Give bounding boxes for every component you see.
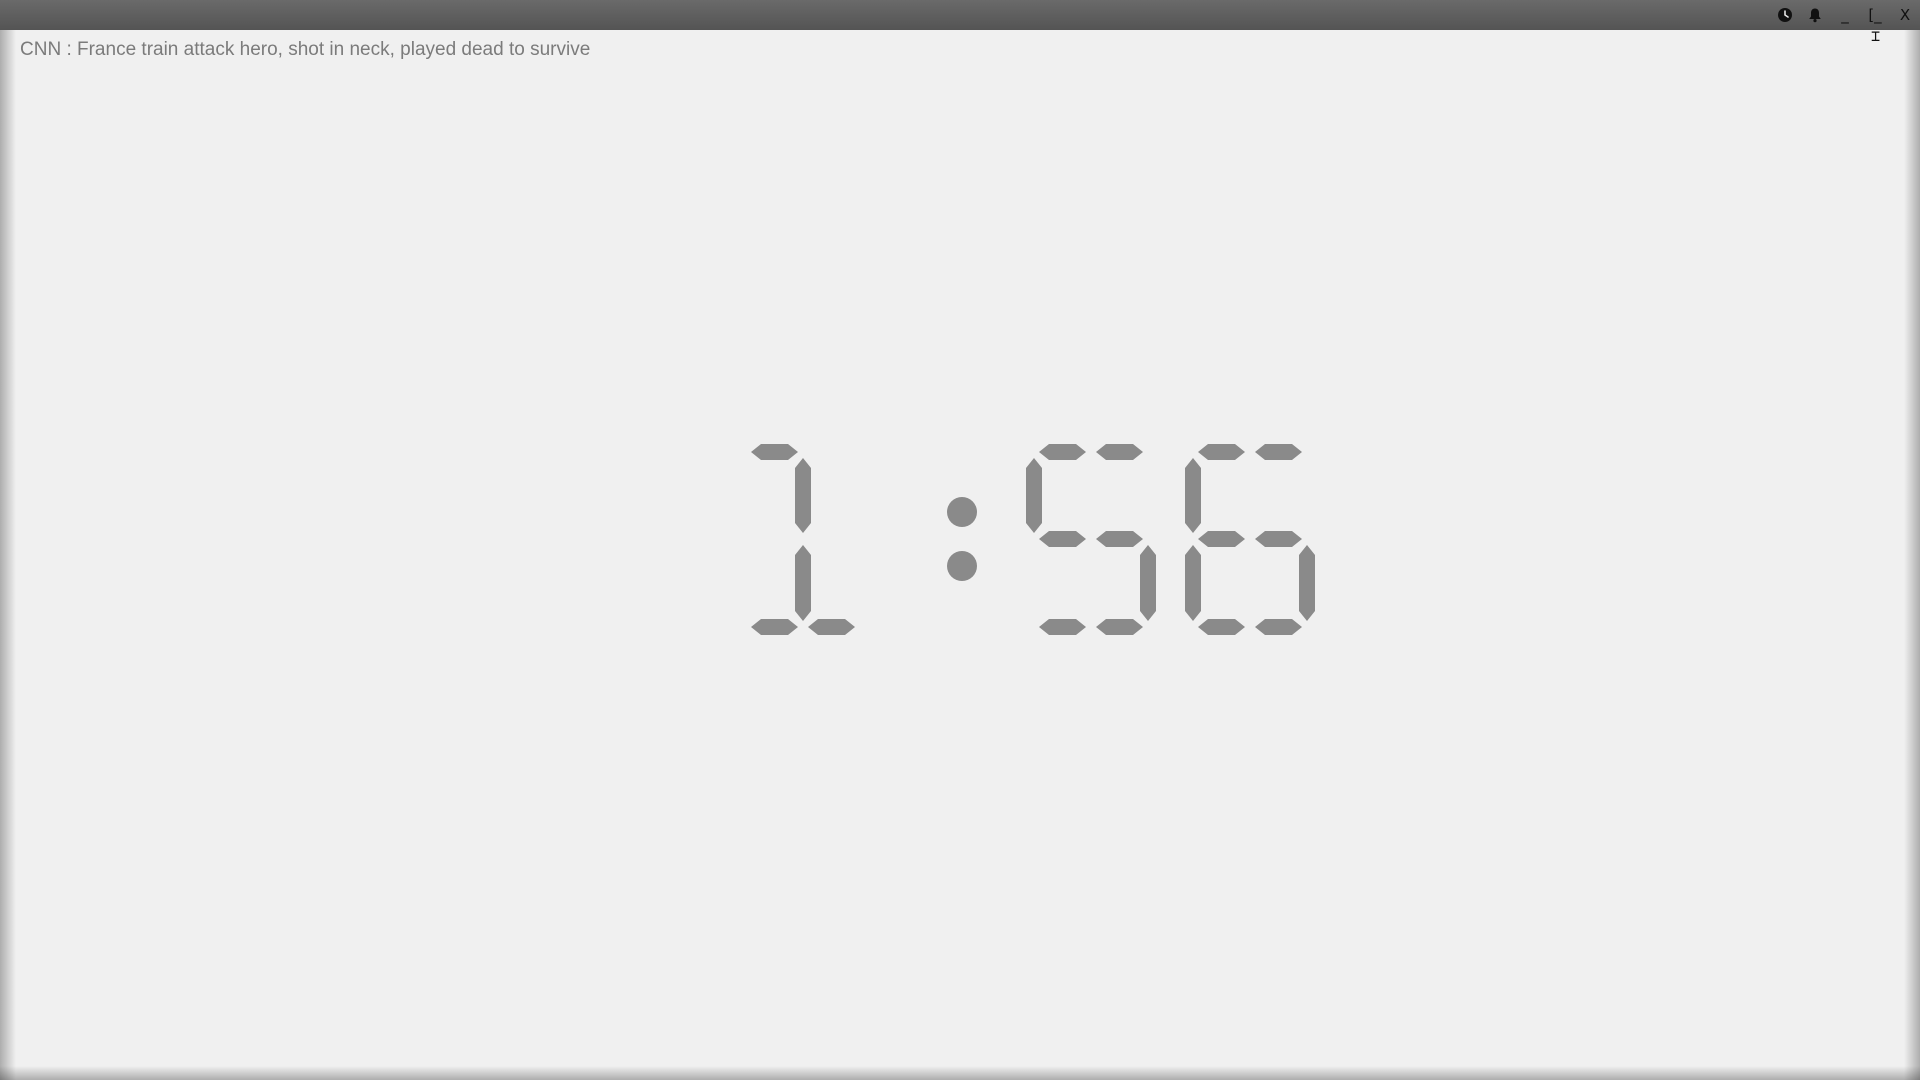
segment-top [1255,444,1302,460]
clock-digit-minute-tens [1026,444,1156,635]
clock-digit-minute-ones [1185,444,1315,635]
segment-top [751,444,798,460]
segment-bottom [1096,619,1143,635]
segment-bottom [1255,619,1302,635]
segment-upper-left [1026,458,1042,533]
segment-upper-left [1185,458,1201,533]
clock-digit-hour [751,444,855,635]
segment-bottom [1198,619,1245,635]
clock-window: _ [_ X CNN : France train attack hero, s… [0,0,1920,1080]
segment-lower-left [1185,545,1201,621]
digital-clock-display [751,444,1315,635]
segment-lower-right [1299,545,1315,621]
segment-top [1096,444,1143,460]
segment-top [1198,444,1245,460]
segment-upper-right [795,458,811,533]
segment-middle [1255,531,1302,547]
segment-top [1039,444,1086,460]
segment-lower-right [1140,545,1156,621]
clock-colon [947,497,977,581]
segment-bottom [1039,619,1086,635]
segment-middle [1096,531,1143,547]
segment-lower-right [795,545,811,621]
segment-middle [1198,531,1245,547]
segment-bottom [751,619,798,635]
segment-bottom [808,619,855,635]
segment-middle [1039,531,1086,547]
